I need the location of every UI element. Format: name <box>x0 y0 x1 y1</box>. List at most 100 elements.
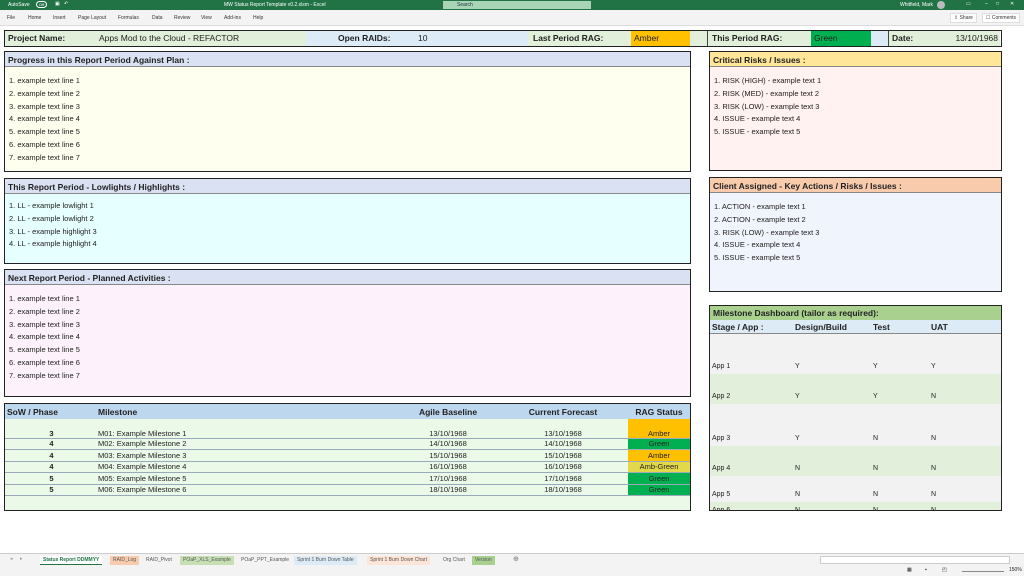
cell-forecast[interactable]: 17/10/1968 <box>498 472 628 485</box>
cell-name[interactable]: M05: Example Milestone 5 <box>98 472 398 485</box>
sheet-tab[interactable]: Status Report DDMMYY <box>40 556 103 565</box>
list-item[interactable]: 4. ISSUE - example text 4 <box>710 239 1001 252</box>
cell-name[interactable]: M02: Example Milestone 2 <box>98 438 398 450</box>
comments-button[interactable]: ☐ Comments <box>982 13 1021 23</box>
list-item[interactable]: 6. example text line 6 <box>5 139 690 152</box>
list-item[interactable]: 1. example text line 1 <box>5 293 690 306</box>
dashboard-status[interactable]: N <box>873 465 878 472</box>
list-item[interactable]: 2. ACTION - example text 2 <box>710 214 1001 227</box>
list-item[interactable]: 2. example text line 2 <box>5 88 690 101</box>
dashboard-status[interactable]: N <box>795 507 800 510</box>
dashboard-status[interactable]: Y <box>873 393 878 400</box>
tab-page-layout[interactable]: Page Layout <box>78 15 106 21</box>
search-box[interactable]: Search <box>443 1 591 9</box>
dashboard-app[interactable]: App 1 <box>712 363 730 370</box>
list-item[interactable]: 5. ISSUE - example text 5 <box>710 252 1001 265</box>
sheet-tab[interactable]: POaP_PPT_Example <box>238 556 293 565</box>
tab-insert[interactable]: Insert <box>53 15 66 21</box>
sheet-tab[interactable]: Version <box>472 556 495 565</box>
dashboard-status[interactable]: N <box>873 435 878 442</box>
open-raids-value[interactable]: 10 <box>418 31 427 46</box>
sheet-tab[interactable]: Sprint 1 Burn Down Table <box>294 556 357 565</box>
cell-rag[interactable]: Green <box>628 472 690 485</box>
list-item[interactable]: 4. LL - example highlight 4 <box>5 238 690 251</box>
list-item[interactable]: 1. example text line 1 <box>5 75 690 88</box>
dashboard-app[interactable]: App 4 <box>712 465 730 472</box>
sheet-tab[interactable]: Org Chart <box>440 556 468 565</box>
autosave-toggle[interactable]: Off <box>36 1 48 8</box>
dashboard-status[interactable]: N <box>931 507 936 510</box>
tab-help[interactable]: Help <box>253 15 263 21</box>
sheet-tab[interactable]: RAID_Log <box>110 556 140 565</box>
list-item[interactable]: 3. RISK (LOW) - example text 3 <box>710 227 1001 240</box>
list-item[interactable]: 7. example text line 7 <box>5 370 690 383</box>
minimize-icon[interactable]: – <box>985 1 988 7</box>
list-item[interactable]: 2. LL - example lowlight 2 <box>5 213 690 226</box>
sheet-tab[interactable]: Sprint 1 Burn Down Chart <box>367 556 430 565</box>
dashboard-status[interactable]: N <box>931 393 936 400</box>
list-item[interactable]: 1. ACTION - example text 1 <box>710 201 1001 214</box>
list-item[interactable]: 1. RISK (HIGH) - example text 1 <box>710 75 1001 88</box>
dashboard-status[interactable]: Y <box>795 435 800 442</box>
list-item[interactable]: 4. example text line 4 <box>5 331 690 344</box>
tab-add-ins[interactable]: Add-ins <box>224 15 241 21</box>
list-item[interactable]: 4. ISSUE - example text 4 <box>710 113 1001 126</box>
list-item[interactable]: 2. RISK (MED) - example text 2 <box>710 88 1001 101</box>
cell-rag[interactable]: Green <box>628 438 690 450</box>
sheet-tab[interactable]: RAID_Pivot <box>143 556 175 565</box>
list-item[interactable]: 3. example text line 3 <box>5 319 690 332</box>
list-item[interactable]: 2. example text line 2 <box>5 306 690 319</box>
project-name-value[interactable]: Apps Mod to the Cloud - REFACTOR <box>99 31 239 46</box>
list-item[interactable]: 4. example text line 4 <box>5 113 690 126</box>
cell-phase[interactable]: 4 <box>5 461 98 473</box>
normal-view-icon[interactable]: ▦ <box>907 567 912 573</box>
cell-rag[interactable]: Amber <box>628 449 690 462</box>
cell-rag[interactable]: Amb-Green <box>628 461 690 473</box>
last-rag-value[interactable]: Amber <box>631 31 690 46</box>
list-item[interactable]: 3. example text line 3 <box>5 101 690 114</box>
dashboard-status[interactable]: N <box>795 465 800 472</box>
cell-forecast[interactable]: 15/10/1968 <box>498 449 628 462</box>
tab-review[interactable]: Review <box>174 15 190 21</box>
zoom-slider[interactable] <box>962 571 1004 572</box>
list-item[interactable]: 5. ISSUE - example text 5 <box>710 126 1001 139</box>
cell-baseline[interactable]: 16/10/1968 <box>398 461 498 473</box>
dashboard-status[interactable]: N <box>931 435 936 442</box>
dashboard-status[interactable]: Y <box>795 393 800 400</box>
horizontal-scrollbar[interactable] <box>820 556 1010 564</box>
dashboard-status[interactable]: Y <box>795 363 800 370</box>
tab-home[interactable]: Home <box>28 15 41 21</box>
dashboard-app[interactable]: App 5 <box>712 491 730 498</box>
cell-phase[interactable]: 3 <box>5 419 98 439</box>
scroll-tabs-right-icon[interactable]: ▸ <box>20 556 23 562</box>
avatar[interactable] <box>937 1 945 9</box>
page-break-icon[interactable]: ◰ <box>942 567 947 573</box>
ribbon-display-icon[interactable]: ▭ <box>966 1 971 7</box>
dashboard-app[interactable]: App 2 <box>712 393 730 400</box>
scroll-tabs-left-icon[interactable]: ◂ <box>10 556 13 562</box>
cell-forecast[interactable]: 16/10/1968 <box>498 461 628 473</box>
list-item[interactable]: 5. example text line 5 <box>5 126 690 139</box>
list-item[interactable]: 3. LL - example highlight 3 <box>5 226 690 239</box>
dashboard-status[interactable]: N <box>795 491 800 498</box>
list-item[interactable]: 5. example text line 5 <box>5 344 690 357</box>
cell-phase[interactable]: 5 <box>5 484 98 496</box>
cell-name[interactable]: M04: Example Milestone 4 <box>98 461 398 473</box>
list-item[interactable]: 7. example text line 7 <box>5 152 690 165</box>
this-rag-value[interactable]: Green <box>811 31 871 46</box>
cell-baseline[interactable]: 15/10/1968 <box>398 449 498 462</box>
add-sheet-icon[interactable]: ⊕ <box>513 555 519 563</box>
tab-data[interactable]: Data <box>152 15 163 21</box>
dashboard-app[interactable]: App 3 <box>712 435 730 442</box>
maximize-icon[interactable]: □ <box>996 1 999 7</box>
dashboard-status[interactable]: N <box>931 491 936 498</box>
list-item[interactable]: 6. example text line 6 <box>5 357 690 370</box>
date-value[interactable]: 13/10/1968 <box>955 31 998 46</box>
cell-phase[interactable]: 4 <box>5 438 98 450</box>
page-layout-icon[interactable]: ▪ <box>925 567 927 573</box>
cell-baseline[interactable]: 17/10/1968 <box>398 472 498 485</box>
tab-file[interactable]: File <box>7 15 15 21</box>
cell-rag[interactable]: Amber <box>628 419 690 439</box>
cell-forecast[interactable]: 18/10/1968 <box>498 484 628 496</box>
dashboard-status[interactable]: Y <box>873 363 878 370</box>
